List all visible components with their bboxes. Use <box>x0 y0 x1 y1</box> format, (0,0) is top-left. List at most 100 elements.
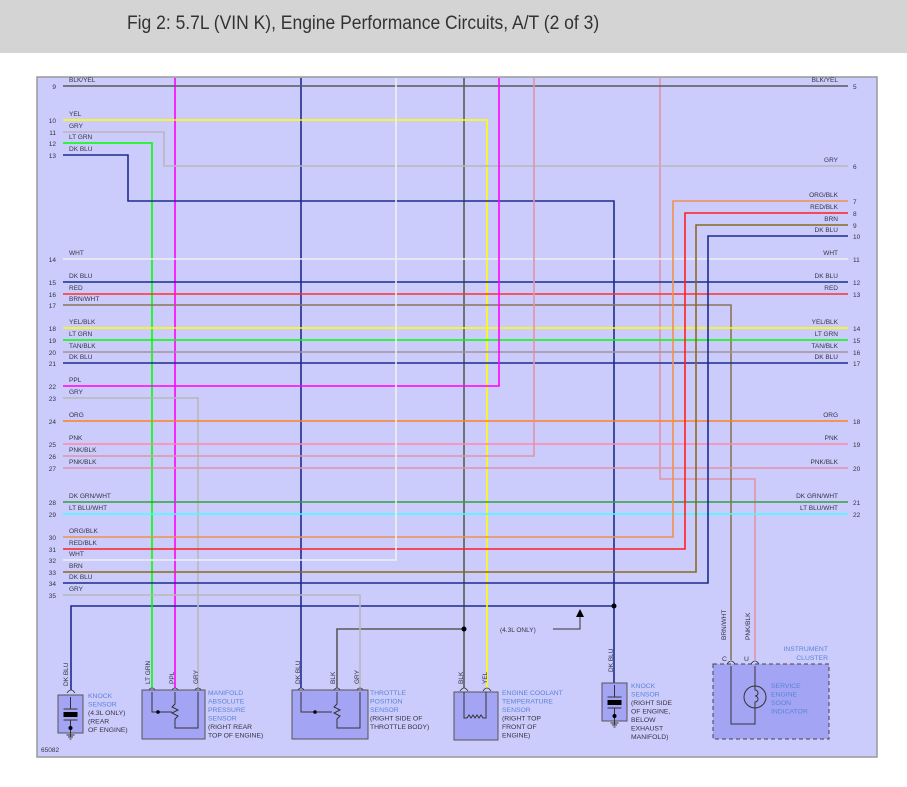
left-wire-label: DK BLU <box>69 146 93 153</box>
component-name: ABSOLUTE <box>208 699 245 706</box>
right-wire-label: ORG <box>823 412 838 419</box>
left-wire-label: TAN/BLK <box>69 343 96 350</box>
left-pin-number: 17 <box>49 303 57 310</box>
left-pin-number: 33 <box>49 570 57 577</box>
left-wire-label: ORG/BLK <box>69 528 99 535</box>
indicator-label: INDICATOR <box>771 709 808 716</box>
right-wire-label: PNK/BLK <box>811 459 839 466</box>
connector-wire-label: BLK <box>330 671 337 684</box>
indicator-label: ENGINE <box>771 692 798 699</box>
component-location: (RIGHT SIDE <box>631 700 673 707</box>
left-wire-label: RED <box>69 285 83 292</box>
component-name: TEMPERATURE <box>502 699 553 706</box>
right-wire-label: LT GRN <box>815 331 839 338</box>
left-pin-number: 27 <box>49 466 57 473</box>
left-wire-label: GRY <box>69 389 84 396</box>
component-location: BELOW <box>631 717 656 724</box>
left-pin-number: 20 <box>49 350 57 357</box>
right-pin-number: 10 <box>853 234 861 241</box>
right-wire-label: WHT <box>823 250 838 257</box>
left-wire-label: LT GRN <box>69 134 93 141</box>
left-pin-number: 13 <box>49 153 57 160</box>
throttle-position-sensor-body <box>291 689 369 740</box>
right-wire-label: TAN/BLK <box>811 343 838 350</box>
right-wire-label: GRY <box>824 157 839 164</box>
left-pin-number: 19 <box>49 338 57 345</box>
left-wire-label: LT GRN <box>69 331 93 338</box>
left-wire-label: YEL/BLK <box>69 319 96 326</box>
left-pin-number: 11 <box>49 130 56 137</box>
component-location: ENGINE) <box>502 733 530 740</box>
component-name: PRESSURE <box>208 707 246 714</box>
right-pin-number: 7 <box>853 199 857 206</box>
component-name: SENSOR <box>208 716 237 723</box>
connector-wire-label: GRY <box>193 669 200 684</box>
connector-wire-label: GRY <box>354 669 361 684</box>
component-name: SENSOR <box>631 692 660 699</box>
component-name: THROTTLE <box>370 690 406 697</box>
component-location: THROTTLE BODY) <box>370 724 429 731</box>
left-wire-label: BLK/YEL <box>69 77 96 84</box>
right-pin-number: 11 <box>853 257 860 264</box>
left-wire-label: WHT <box>69 250 84 257</box>
note-4-3l-only: (4.3L ONLY) <box>500 627 536 634</box>
right-pin-number: 12 <box>853 280 861 287</box>
right-pin-number: 17 <box>853 361 861 368</box>
connector-wire-label: DK BLU <box>295 660 302 684</box>
component-name: ENGINE COOLANT <box>502 690 563 697</box>
left-pin-number: 28 <box>49 500 57 507</box>
left-wire-label: PNK/BLK <box>69 447 97 454</box>
left-pin-number: 26 <box>49 454 57 461</box>
right-pin-number: 16 <box>853 350 861 357</box>
right-pin-number: 8 <box>853 211 857 218</box>
left-wire-label: LT BLU/WHT <box>69 505 107 512</box>
left-pin-number: 35 <box>49 593 57 600</box>
piezo-element-icon <box>63 712 78 717</box>
right-wire-label: PNK <box>825 435 839 442</box>
component-location: (4.3L ONLY) <box>88 710 125 717</box>
wiring-diagram: 9 BLK/YEL 10 YEL 11 GRY 12 LT GRN 13 DK BLU 14 WHT 1… <box>36 76 878 758</box>
right-pin-number: 20 <box>853 466 861 473</box>
component-name: SENSOR <box>88 702 117 709</box>
right-wire-label: RED <box>824 285 838 292</box>
left-pin-number: 25 <box>49 442 57 449</box>
component-location: EXHAUST <box>631 726 663 733</box>
component-location: (RIGHT TOP <box>502 716 541 723</box>
right-pin-number: 9 <box>853 223 857 230</box>
left-wire-label: DK GRN/WHT <box>69 493 111 500</box>
right-pin-number: 18 <box>853 419 861 426</box>
right-pin-number: 14 <box>853 326 861 333</box>
left-pin-number: 34 <box>49 581 57 588</box>
right-wire-label: RED/BLK <box>810 204 838 211</box>
connector-wire-label: PNK/BLK <box>745 612 752 640</box>
splice-junction <box>611 603 617 609</box>
left-pin-number: 15 <box>49 280 57 287</box>
component-location: OF ENGINE, <box>631 709 670 716</box>
indicator-label: SOON <box>771 700 791 707</box>
right-wire-label: ORG/BLK <box>809 192 839 199</box>
left-pin-number: 32 <box>49 558 57 565</box>
left-wire-label: DK BLU <box>69 273 93 280</box>
left-pin-number: 23 <box>49 396 57 403</box>
connector-wire-label: LT GRN <box>145 660 152 684</box>
component-location: (RIGHT SIDE OF <box>370 716 422 723</box>
component-location: (REAR <box>88 719 109 726</box>
map-sensor-body <box>141 689 206 740</box>
connector-wire-label: DK BLU <box>63 662 70 686</box>
left-pin-number: 18 <box>49 326 57 333</box>
diagram-panel <box>36 76 878 758</box>
left-pin-number: 21 <box>49 361 57 368</box>
left-wire-label: DK BLU <box>69 574 93 581</box>
figure-number: 65082 <box>41 747 59 754</box>
component-location: (RIGHT REAR <box>208 724 252 731</box>
left-pin-number: 30 <box>49 535 57 542</box>
right-pin-number: 19 <box>853 442 861 449</box>
right-wire-label: BLK/YEL <box>812 77 839 84</box>
right-pin-number: 6 <box>853 164 857 171</box>
right-pin-number: 22 <box>853 512 861 519</box>
left-wire-label: PNK/BLK <box>69 459 97 466</box>
component-location: MANIFOLD) <box>631 734 668 741</box>
left-wire-label: GRY <box>69 123 84 130</box>
left-pin-number: 12 <box>49 141 57 148</box>
right-wire-label: DK BLU <box>815 227 839 234</box>
